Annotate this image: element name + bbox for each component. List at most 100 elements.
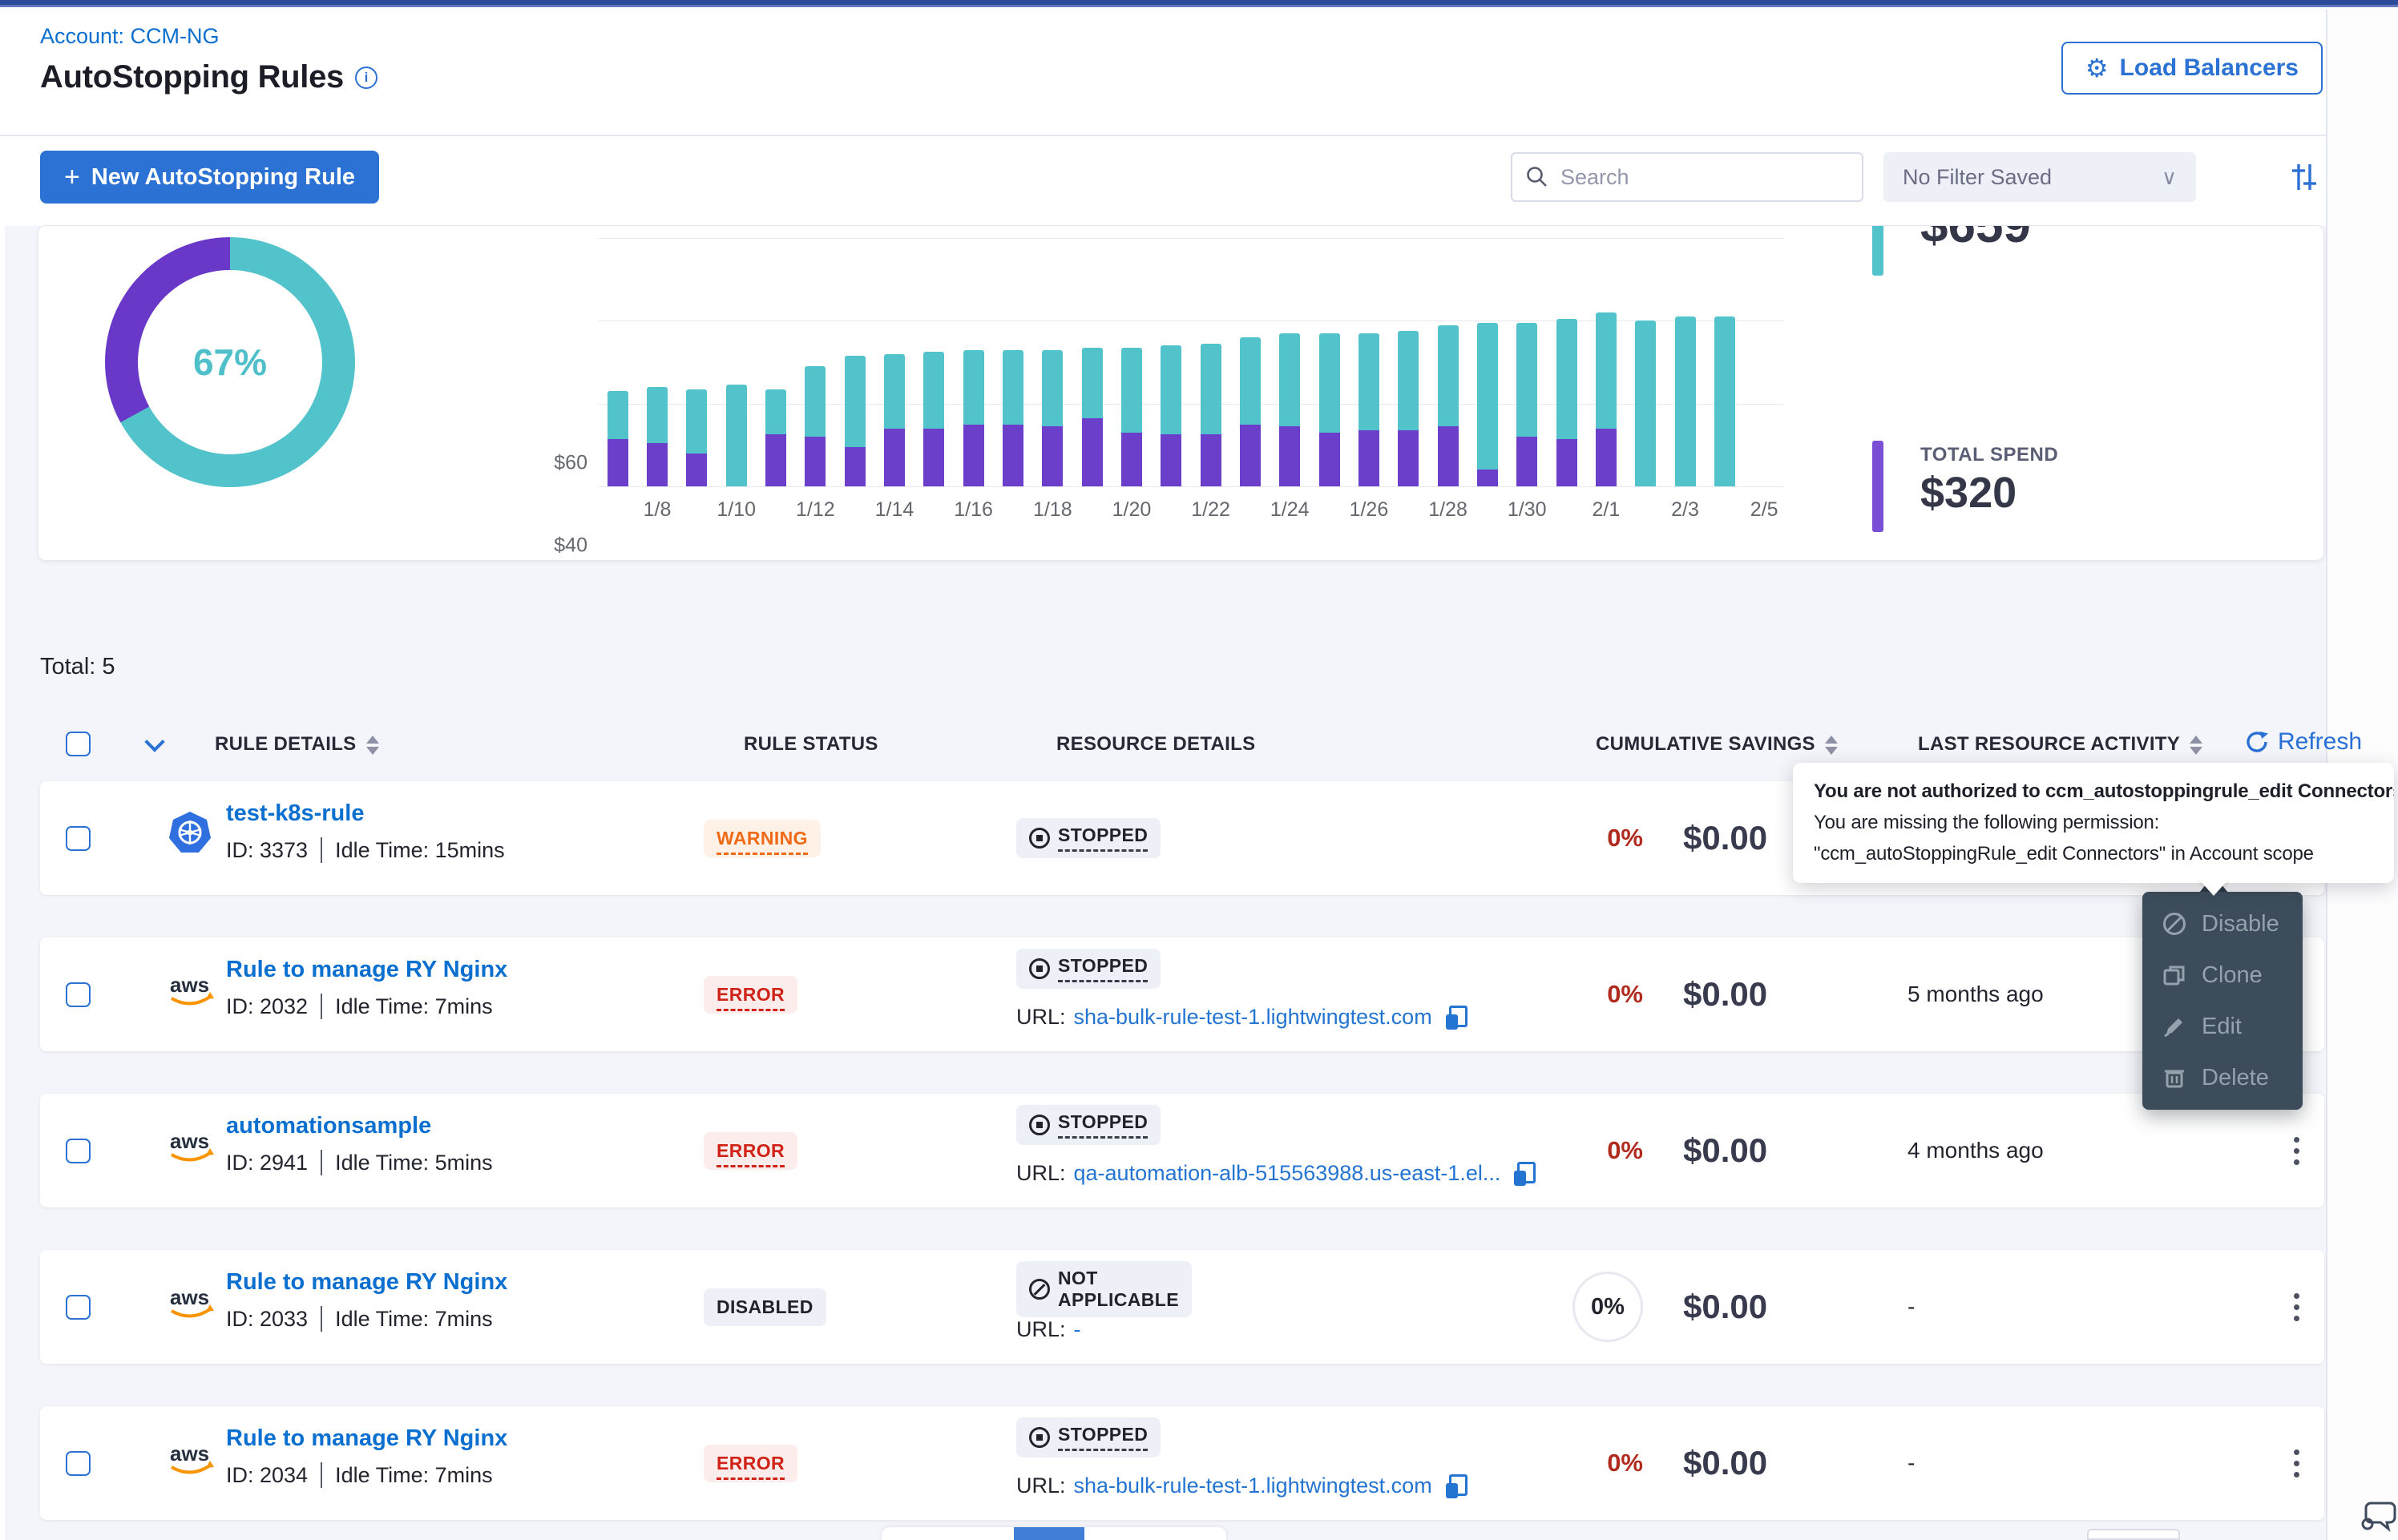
not-applicable-icon <box>1029 1279 1050 1300</box>
savings-bar-segment <box>1675 316 1696 486</box>
refresh-button[interactable]: Refresh <box>2244 728 2362 756</box>
row-checkbox[interactable] <box>66 1139 91 1163</box>
stopped-icon <box>1029 1115 1050 1135</box>
resource-url-link[interactable]: sha-bulk-rule-test-1.lightwingtest.com <box>1074 1005 1432 1030</box>
resource-state-badge[interactable]: STOPPED <box>1016 1105 1161 1145</box>
row-checkbox[interactable] <box>66 1295 91 1320</box>
resource-state-badge[interactable]: STOPPED <box>1016 1417 1161 1457</box>
sort-icon[interactable] <box>1825 736 1838 755</box>
column-cumulative-savings[interactable]: CUMULATIVE SAVINGS <box>1596 733 1838 756</box>
bar-chart-plot <box>598 238 1784 486</box>
resource-url-link[interactable]: sha-bulk-rule-test-1.lightwingtest.com <box>1074 1473 1432 1498</box>
column-last-resource-activity[interactable]: LAST RESOURCE ACTIVITY <box>1918 733 2202 756</box>
rule-meta: ID: 2941 Idle Time: 5mins <box>226 1150 493 1175</box>
saved-filter-select[interactable]: No Filter Saved ∨ <box>1883 152 2196 202</box>
table-row[interactable]: aws Rule to manage RY Nginx ID: 2032 Idl… <box>40 937 2324 1051</box>
menu-item-clone[interactable]: Clone <box>2142 949 2303 1001</box>
info-icon[interactable]: i <box>355 67 377 89</box>
savings-bar-segment <box>923 352 944 429</box>
row-actions-menu-button[interactable] <box>2280 1250 2312 1364</box>
search-input[interactable] <box>1560 165 1825 190</box>
row-actions-menu-button[interactable] <box>2280 1406 2312 1520</box>
bar-slot <box>1112 238 1151 486</box>
sort-icon[interactable] <box>2190 736 2202 755</box>
total-count-label: Total: 5 <box>40 654 115 680</box>
savings-bar-segment <box>1240 337 1261 425</box>
resource-url-link[interactable]: - <box>1074 1317 1081 1342</box>
spend-bar-segment <box>884 429 905 486</box>
savings-bar-segment <box>1082 348 1103 418</box>
status-badge-error[interactable]: ERROR <box>704 976 797 1014</box>
resource-state-badge[interactable]: STOPPED <box>1016 818 1161 858</box>
bar-slot <box>1626 238 1665 486</box>
table-row[interactable]: aws automationsample ID: 2941 Idle Time:… <box>40 1094 2324 1207</box>
table-row[interactable]: aws Rule to manage RY Nginx ID: 2034 Idl… <box>40 1406 2324 1520</box>
column-resource-details[interactable]: RESOURCE DETAILS <box>1056 733 1255 756</box>
status-badge-warning[interactable]: WARNING <box>704 820 821 857</box>
status-badge-error[interactable]: ERROR <box>704 1132 797 1170</box>
kubernetes-icon <box>168 810 212 859</box>
savings-bar-segment <box>884 354 905 429</box>
donut-percent-label: 67% <box>193 341 267 384</box>
page-size-select[interactable] <box>2087 1529 2180 1540</box>
x-tick-label: 1/12 <box>796 498 835 522</box>
column-rule-status[interactable]: RULE STATUS <box>744 733 878 756</box>
support-chat-icon[interactable] <box>2360 1495 2398 1534</box>
rule-name-link[interactable]: automationsample <box>226 1113 431 1139</box>
select-menu-chevron-icon[interactable] <box>144 732 164 752</box>
column-rule-details[interactable]: RULE DETAILS <box>215 733 379 756</box>
pagination-bar[interactable] <box>882 1527 1226 1540</box>
row-checkbox[interactable] <box>66 826 91 851</box>
x-tick-label <box>993 498 1032 522</box>
rule-meta: ID: 2032 Idle Time: 7mins <box>226 994 493 1019</box>
spend-bar-segment <box>1516 437 1537 486</box>
spend-bar-segment <box>805 437 826 486</box>
menu-item-disable[interactable]: Disable <box>2142 898 2303 949</box>
menu-item-delete[interactable]: Delete <box>2142 1052 2303 1103</box>
rule-idle-time: Idle Time: 7mins <box>335 994 493 1019</box>
table-row[interactable]: aws Rule to manage RY Nginx ID: 2033 Idl… <box>40 1250 2324 1364</box>
rule-id: ID: 2033 <box>226 1307 308 1332</box>
new-autostopping-rule-button[interactable]: + New AutoStopping Rule <box>40 151 379 204</box>
rule-meta: ID: 2034 Idle Time: 7mins <box>226 1462 493 1488</box>
rule-name-link[interactable]: test-k8s-rule <box>226 800 364 827</box>
last-activity: 5 months ago <box>1908 937 2044 1051</box>
rule-idle-time: Idle Time: 7mins <box>335 1307 493 1332</box>
permission-tooltip: You are not authorized to ccm_autostoppi… <box>1793 763 2394 883</box>
load-balancers-button[interactable]: ⚙ Load Balancers <box>2061 42 2323 95</box>
resource-url-link[interactable]: qa-automation-alb-515563988.us-east-1.el… <box>1074 1161 1501 1186</box>
pagination-active-page[interactable] <box>1014 1527 1084 1540</box>
bar-slot <box>1705 238 1744 486</box>
total-savings-value: $659 <box>1920 225 2031 254</box>
savings-percent: 0% <box>1607 824 1643 853</box>
row-actions-menu-button[interactable] <box>2280 1094 2312 1207</box>
status-badge-error[interactable]: ERROR <box>704 1445 797 1482</box>
row-checkbox[interactable] <box>66 1451 91 1476</box>
row-checkbox[interactable] <box>66 982 91 1007</box>
bar-slot <box>1033 238 1072 486</box>
copy-icon[interactable] <box>1445 1474 1467 1498</box>
filter-panel-button[interactable] <box>2284 157 2324 197</box>
spend-bar-segment <box>1398 430 1419 486</box>
savings-bar-segment <box>1201 344 1221 435</box>
breadcrumb-account[interactable]: Account: CCM-NG <box>40 24 220 49</box>
x-tick-label: 1/18 <box>1033 498 1072 522</box>
menu-item-edit[interactable]: Edit <box>2142 1001 2303 1052</box>
rule-name-link[interactable]: Rule to manage RY Nginx <box>226 1425 507 1452</box>
status-badge-disabled[interactable]: DISABLED <box>704 1288 826 1326</box>
resource-state-badge[interactable]: STOPPED <box>1016 949 1161 989</box>
x-tick-label: 2/3 <box>1665 498 1705 522</box>
rule-idle-time: Idle Time: 15mins <box>335 838 505 863</box>
sort-icon[interactable] <box>366 736 379 755</box>
search-box[interactable] <box>1511 152 1863 202</box>
rule-name-link[interactable]: Rule to manage RY Nginx <box>226 957 507 983</box>
savings-bar-segment <box>1635 320 1656 486</box>
x-tick-label: 1/20 <box>1112 498 1151 522</box>
select-all-checkbox[interactable] <box>66 732 91 756</box>
bar-slot <box>1745 238 1784 486</box>
rule-name-link[interactable]: Rule to manage RY Nginx <box>226 1269 507 1296</box>
x-tick-label <box>1072 498 1112 522</box>
copy-icon[interactable] <box>1445 1006 1467 1030</box>
svg-text:aws: aws <box>170 1285 209 1309</box>
resource-state-badge[interactable]: NOT APPLICABLE <box>1016 1261 1192 1317</box>
